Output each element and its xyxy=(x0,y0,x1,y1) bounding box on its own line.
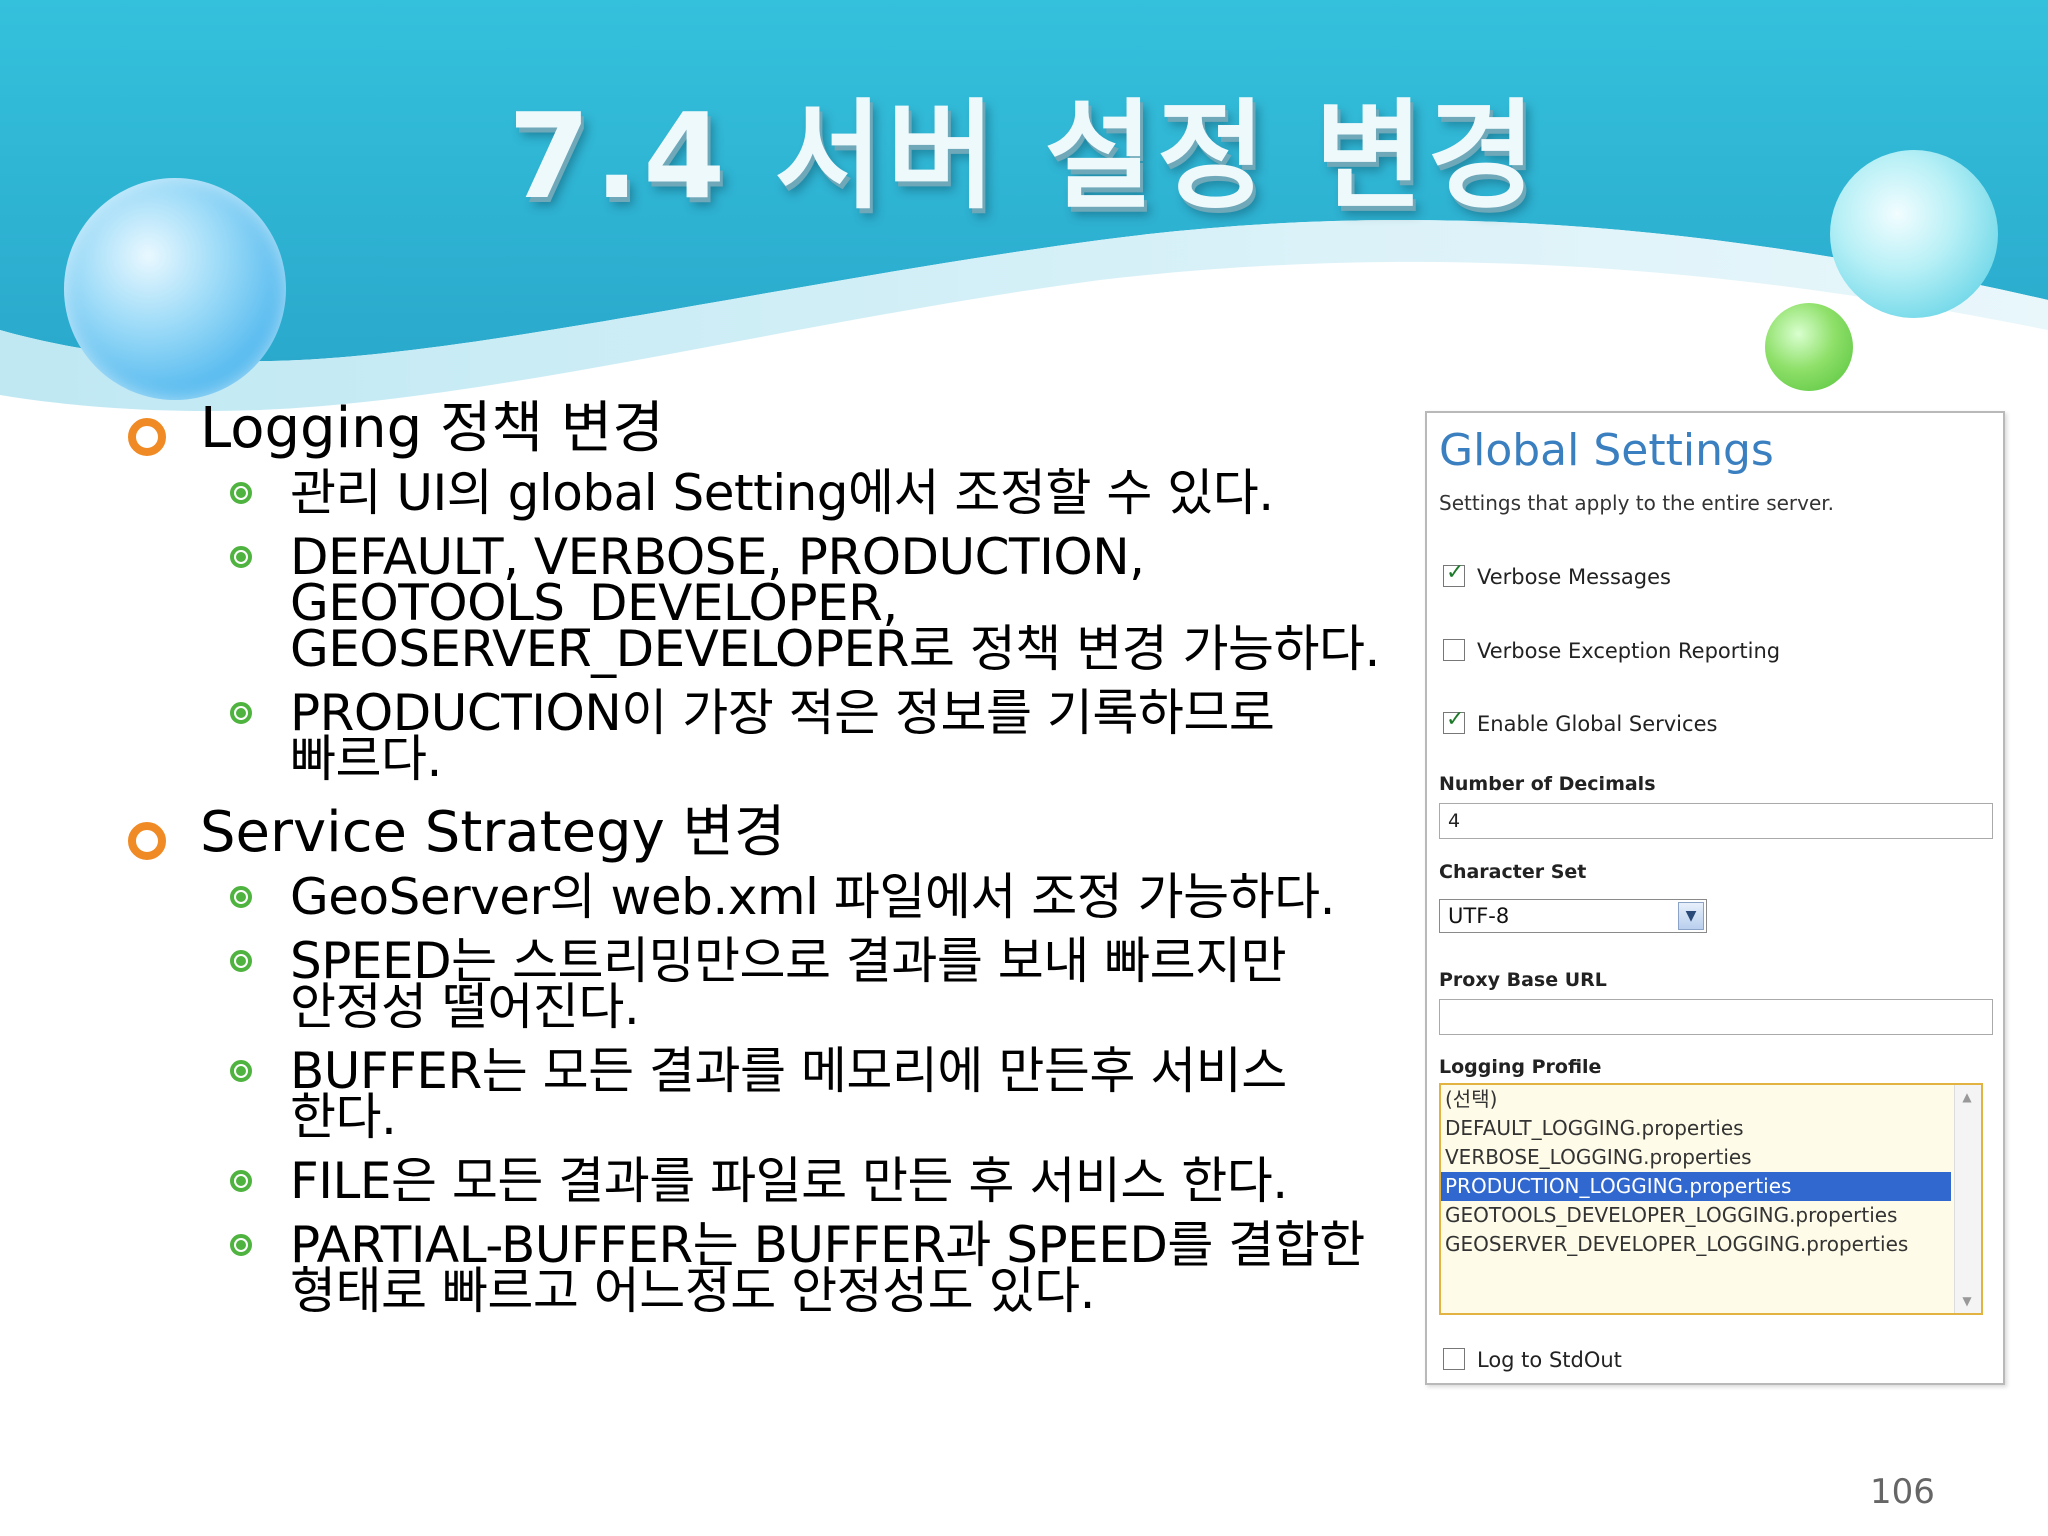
verbose-messages-label: Verbose Messages xyxy=(1477,565,1671,589)
panel-subtitle: Settings that apply to the entire server… xyxy=(1439,491,1835,515)
scroll-up-icon[interactable]: ▲ xyxy=(1957,1087,1977,1107)
listbox-option-selected[interactable]: PRODUCTION_LOGGING.properties xyxy=(1441,1172,1951,1201)
section-heading-logging: Logging 정책 변경 xyxy=(120,398,1420,460)
green-target-bullet-icon xyxy=(230,950,252,972)
section-heading-service-strategy: Service Strategy 변경 xyxy=(120,802,1420,864)
slide-content: Logging 정책 변경 관리 UI의 global Setting에서 조정… xyxy=(120,398,1420,1332)
listbox-option[interactable]: GEOSERVER_DEVELOPER_LOGGING.properties xyxy=(1441,1230,1951,1259)
enable-global-services-checkbox[interactable] xyxy=(1443,707,1465,734)
orange-ring-bullet-icon xyxy=(128,418,166,456)
proxy-base-url-label: Proxy Base URL xyxy=(1439,969,1607,991)
verbose-messages-checkbox[interactable] xyxy=(1443,560,1465,587)
listbox-option[interactable]: (선택) xyxy=(1441,1085,1951,1114)
proxy-base-url-input[interactable] xyxy=(1439,999,1993,1035)
global-settings-panel: Global Settings Settings that apply to t… xyxy=(1425,411,2005,1385)
verbose-exception-label: Verbose Exception Reporting xyxy=(1477,639,1781,663)
listbox-scrollbar[interactable]: ▲ ▼ xyxy=(1954,1085,1981,1313)
list-item: PRODUCTION이 가장 적은 정보를 기록하므로 빠르다. xyxy=(120,688,1420,784)
green-target-bullet-icon xyxy=(230,1170,252,1192)
logging-profile-label: Logging Profile xyxy=(1439,1056,1602,1078)
list-item: FILE은 모든 결과를 파일로 만든 후 서비스 한다. xyxy=(120,1156,1420,1206)
number-of-decimals-input[interactable]: 4 xyxy=(1439,803,1993,839)
character-set-select[interactable]: UTF-8 ▼ xyxy=(1439,899,1707,933)
list-item: SPEED는 스트리밍만으로 결과를 보내 빠르지만 안정성 떨어진다. xyxy=(120,936,1420,1032)
log-to-stdout-checkbox[interactable] xyxy=(1443,1348,1465,1370)
character-set-label: Character Set xyxy=(1439,861,1587,883)
decorative-bubble-green xyxy=(1765,303,1853,391)
logging-profile-listbox[interactable]: (선택) DEFAULT_LOGGING.properties VERBOSE_… xyxy=(1439,1083,1983,1315)
listbox-option[interactable]: GEOTOOLS_DEVELOPER_LOGGING.properties xyxy=(1441,1201,1951,1230)
green-target-bullet-icon xyxy=(230,482,252,504)
slide-title: 7.4 서버 설정 변경 xyxy=(508,87,1540,225)
list-item: GeoServer의 web.xml 파일에서 조정 가능하다. xyxy=(120,872,1420,922)
list-item: 관리 UI의 global Setting에서 조정할 수 있다. xyxy=(120,468,1420,518)
list-item: PARTIAL-BUFFER는 BUFFER과 SPEED를 결합한 형태로 빠… xyxy=(120,1220,1420,1316)
number-of-decimals-label: Number of Decimals xyxy=(1439,773,1656,795)
listbox-option[interactable]: DEFAULT_LOGGING.properties xyxy=(1441,1114,1951,1143)
log-to-stdout-label: Log to StdOut xyxy=(1477,1348,1622,1372)
green-target-bullet-icon xyxy=(230,1234,252,1256)
list-item: BUFFER는 모든 결과를 메모리에 만든후 서비스 한다. xyxy=(120,1046,1420,1142)
page-number: 106 xyxy=(1870,1472,1935,1512)
chevron-down-icon[interactable]: ▼ xyxy=(1678,902,1704,930)
verbose-exception-checkbox[interactable] xyxy=(1443,639,1465,661)
green-target-bullet-icon xyxy=(230,702,252,724)
panel-title: Global Settings xyxy=(1439,425,1774,476)
listbox-option[interactable]: VERBOSE_LOGGING.properties xyxy=(1441,1143,1951,1172)
green-target-bullet-icon xyxy=(230,546,252,568)
orange-ring-bullet-icon xyxy=(128,822,166,860)
green-target-bullet-icon xyxy=(230,886,252,908)
enable-global-services-label: Enable Global Services xyxy=(1477,712,1718,736)
scroll-down-icon[interactable]: ▼ xyxy=(1957,1291,1977,1311)
green-target-bullet-icon xyxy=(230,1060,252,1082)
list-item: DEFAULT, VERBOSE, PRODUCTION, GEOTOOLS_D… xyxy=(120,532,1420,674)
